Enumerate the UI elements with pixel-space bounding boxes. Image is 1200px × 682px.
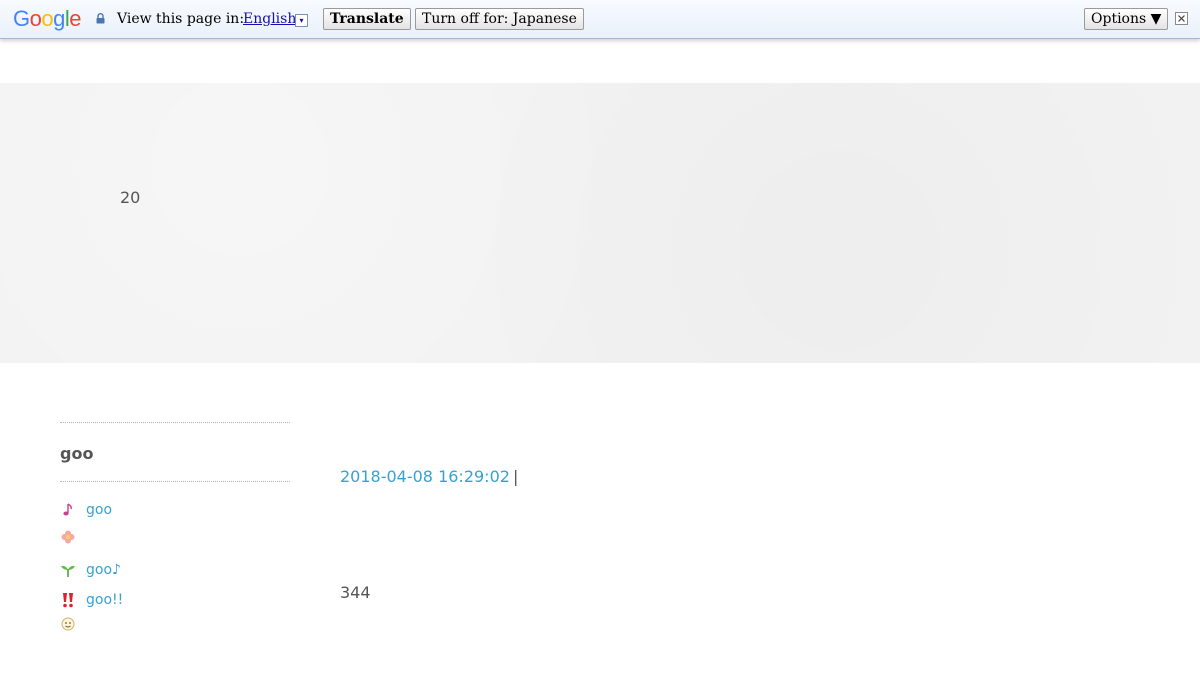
- google-logo: Google: [13, 6, 82, 31]
- sidebar-item-flower[interactable]: [60, 527, 86, 547]
- sidebar-item-label: goo♪: [86, 562, 121, 578]
- banner-text: 20: [120, 188, 141, 207]
- sidebar-item-smiley[interactable]: [60, 614, 86, 634]
- sprout-icon: [61, 565, 75, 577]
- post-separator: |: [512, 467, 519, 486]
- close-icon[interactable]: [1175, 12, 1188, 25]
- music-note-icon: [63, 503, 72, 516]
- sidebar-title: goo: [60, 444, 94, 463]
- translate-button[interactable]: Translate: [323, 8, 411, 30]
- language-dropdown-icon[interactable]: ▾: [295, 14, 308, 27]
- sidebar-item-label: goo: [86, 502, 113, 518]
- post-count: 344: [340, 583, 371, 602]
- header-banner: 20: [0, 83, 1200, 363]
- options-button[interactable]: Options ▼: [1084, 8, 1169, 30]
- translate-bar: Google View this page in: English ▾ Tran…: [0, 0, 1200, 39]
- sidebar-item-goo-note[interactable]: goo♪: [60, 560, 121, 580]
- sidebar-item-goo-exclaim[interactable]: goo!!: [60, 590, 123, 610]
- post-meta: 2018-04-08 16:29:02 |: [340, 467, 518, 486]
- turn-off-button[interactable]: Turn off for: Japanese: [415, 8, 584, 30]
- sidebar: goo goo goo♪ goo!!: [60, 422, 290, 682]
- sidebar-item-label: goo!!: [86, 592, 124, 608]
- flower-icon: [61, 530, 75, 544]
- post-date-link[interactable]: 2018-04-08 16:29:02: [340, 467, 510, 486]
- view-page-label: View this page in:: [117, 11, 245, 27]
- double-exclamation-icon: [63, 593, 73, 608]
- sidebar-item-goo[interactable]: goo: [60, 500, 112, 520]
- lock-icon: [96, 13, 105, 24]
- language-link[interactable]: English: [243, 11, 296, 27]
- sidebar-list: goo goo♪ goo!!: [60, 482, 290, 682]
- sidebar-divider: [60, 422, 290, 423]
